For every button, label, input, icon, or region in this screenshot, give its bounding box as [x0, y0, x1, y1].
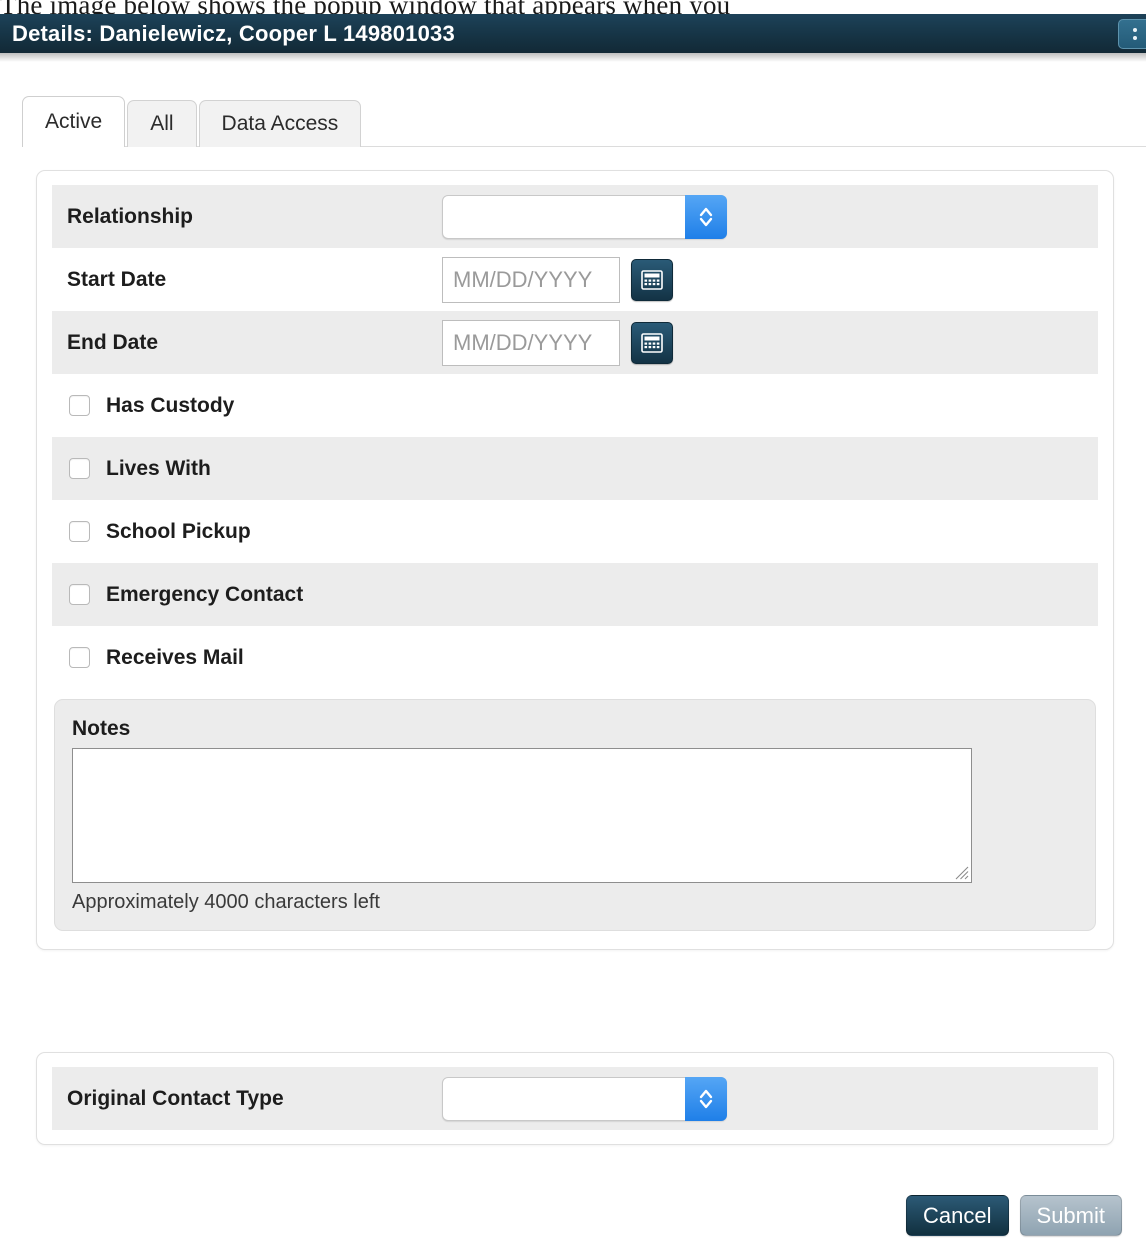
submit-button[interactable]: Submit — [1019, 1195, 1122, 1236]
notes-textarea[interactable] — [72, 748, 972, 883]
notes-label: Notes — [72, 717, 131, 740]
tab-data-access-label: Data Access — [221, 112, 339, 135]
relationship-select[interactable] — [442, 194, 727, 239]
end-date-label: End Date — [67, 330, 159, 354]
calendar-icon[interactable] — [631, 321, 673, 364]
chevron-updown-icon — [685, 194, 727, 239]
row-lives-with: Lives With — [52, 437, 1098, 500]
checkbox-emergency-contact[interactable] — [69, 584, 90, 605]
checkbox-receives-mail[interactable] — [69, 647, 90, 668]
tab-active-label: Active — [45, 110, 103, 133]
tab-all[interactable]: All — [127, 100, 197, 147]
row-has-custody: Has Custody — [52, 374, 1098, 437]
original-contact-type-label: Original Contact Type — [67, 1086, 284, 1110]
resize-handle[interactable] — [953, 864, 969, 880]
row-start-date: Start Date MM/DD/YYYY — [52, 248, 1098, 311]
checkbox-school-pickup[interactable] — [69, 521, 90, 542]
relationship-label: Relationship — [67, 204, 194, 228]
has-custody-label: Has Custody — [106, 393, 235, 417]
tab-all-label: All — [150, 112, 174, 135]
checkbox-lives-with[interactable] — [69, 458, 90, 479]
end-date-input[interactable]: MM/DD/YYYY — [442, 319, 620, 366]
lives-with-label: Lives With — [106, 456, 211, 480]
row-school-pickup: School Pickup — [52, 500, 1098, 563]
row-original-contact-type: Original Contact Type — [52, 1067, 1098, 1130]
start-date-input[interactable]: MM/DD/YYYY — [442, 256, 620, 303]
checkbox-has-custody[interactable] — [69, 395, 90, 416]
row-emergency-contact: Emergency Contact — [52, 563, 1098, 626]
row-end-date: End Date MM/DD/YYYY — [52, 311, 1098, 374]
modal-title: Details: Danielewicz, Cooper L 149801033 — [12, 20, 455, 46]
titlebar-shadow — [0, 53, 1146, 62]
emergency-contact-label: Emergency Contact — [106, 582, 304, 606]
notes-section: Notes Approximately 4000 characters left — [54, 699, 1096, 931]
chevron-updown-icon — [685, 1076, 727, 1121]
dialog-footer: Cancel Submit — [906, 1195, 1122, 1236]
cancel-button[interactable]: Cancel — [906, 1195, 1009, 1236]
start-date-label: Start Date — [67, 267, 167, 291]
kebab-menu-icon[interactable] — [1118, 19, 1146, 49]
tab-active[interactable]: Active — [22, 96, 126, 147]
school-pickup-label: School Pickup — [106, 519, 251, 543]
original-contact-type-panel: Original Contact Type — [36, 1052, 1114, 1145]
details-panel: Relationship Start Date MM/DD/YYYY End D… — [36, 170, 1114, 950]
row-relationship: Relationship — [52, 185, 1098, 248]
tab-bar: Active All Data Access — [22, 96, 1146, 148]
tab-data-access[interactable]: Data Access — [198, 100, 362, 147]
notes-character-counter: Approximately 4000 characters left — [72, 891, 380, 913]
row-receives-mail: Receives Mail — [52, 626, 1098, 689]
calendar-icon[interactable] — [631, 258, 673, 301]
receives-mail-label: Receives Mail — [106, 645, 244, 669]
modal-titlebar: Details: Danielewicz, Cooper L 149801033 — [0, 14, 1146, 53]
original-contact-type-select[interactable] — [442, 1076, 727, 1121]
page-caption-text: The image below shows the popup window t… — [0, 0, 1146, 14]
page-caption: The image below shows the popup window t… — [0, 0, 1146, 14]
